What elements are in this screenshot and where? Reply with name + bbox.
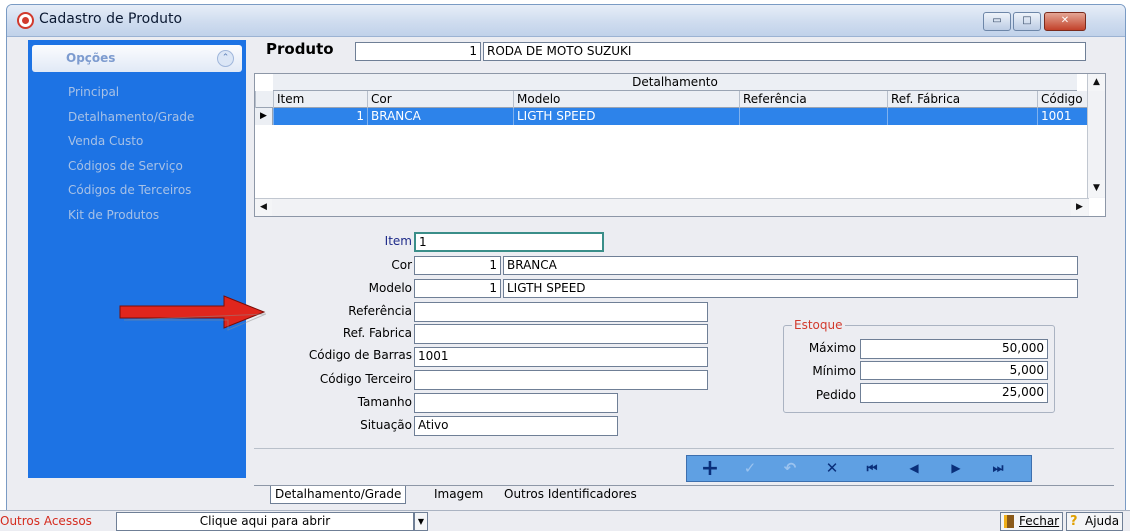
column-header[interactable]: Modelo [513, 91, 739, 108]
referencia-label: Referência [348, 304, 412, 318]
cor-code-field[interactable]: 1 [414, 256, 501, 275]
next-record-icon[interactable]: ▶ [941, 458, 971, 479]
cell-cor[interactable]: BRANCA [367, 108, 513, 125]
produto-code-field[interactable]: 1 [355, 42, 481, 61]
tamanho-field[interactable] [414, 393, 618, 413]
maximo-label: Máximo [808, 341, 856, 355]
ref-fabrica-field[interactable] [414, 324, 708, 344]
ajuda-button[interactable]: ? Ajuda [1066, 512, 1124, 531]
red-arrow-annotation [119, 295, 266, 331]
sidebar-item-kit-produtos[interactable]: Kit de Produtos [68, 203, 194, 228]
clique-aqui-field[interactable]: Clique aqui para abrir [116, 512, 414, 531]
tamanho-label: Tamanho [357, 395, 412, 409]
sidebar-item-codigos-terceiros[interactable]: Códigos de Terceiros [68, 178, 194, 203]
cor-name-field[interactable]: BRANCA [503, 256, 1078, 275]
fechar-label: Fechar [1019, 514, 1060, 528]
sidebar: Opções ⌃ Principal Detalhamento/Grade Ve… [28, 40, 246, 478]
vertical-scrollbar[interactable]: ▲ ▼ [1087, 74, 1105, 198]
cell-ref-fabrica[interactable] [887, 108, 1037, 125]
scroll-left-icon[interactable]: ◀ [255, 199, 272, 216]
prior-record-icon[interactable]: ◀ [899, 458, 929, 479]
tab-detalhamento-grade[interactable]: Detalhamento/Grade [270, 486, 407, 504]
db-navigator: + ✓ ↶ ✕ ⏮ ◀ ▶ ⏭ [686, 455, 1032, 482]
cor-label: Cor [391, 258, 412, 272]
column-header[interactable]: Referência [739, 91, 887, 108]
scroll-right-icon[interactable]: ▶ [1071, 199, 1088, 216]
maximize-button[interactable]: □ [1013, 12, 1041, 31]
modelo-label: Modelo [368, 281, 412, 295]
tab-strip: Detalhamento/Grade Imagem Outros Identif… [254, 485, 1114, 505]
outros-acessos-label[interactable]: Outros Acessos [0, 514, 92, 528]
ajuda-label: Ajuda [1085, 514, 1120, 528]
cell-item[interactable]: 1 [273, 108, 367, 125]
produto-name-field[interactable]: RODA DE MOTO SUZUKI [483, 42, 1086, 61]
cell-referencia[interactable] [739, 108, 887, 125]
column-header[interactable]: Cor [367, 91, 513, 108]
column-header[interactable]: Ref. Fábrica [887, 91, 1037, 108]
app-icon [17, 12, 34, 29]
grid-title: Detalhamento [273, 74, 1077, 91]
codigo-barras-field[interactable]: 1001 [414, 347, 708, 367]
cancel-icon[interactable]: ↶ [775, 458, 805, 479]
collapse-icon[interactable]: ⌃ [217, 50, 234, 67]
sidebar-item-detalhamento[interactable]: Detalhamento/Grade [68, 105, 194, 130]
window-title: Cadastro de Produto [39, 11, 183, 27]
divider [254, 448, 1114, 449]
status-bar: Outros Acessos Clique aqui para abrir ▼ … [0, 510, 1130, 531]
grid-header-indicator [255, 91, 273, 108]
ref-fabrica-label: Ref. Fabrica [342, 326, 412, 340]
cell-modelo[interactable]: LIGTH SPEED [513, 108, 739, 125]
modelo-code-field[interactable]: 1 [414, 279, 501, 298]
fechar-button[interactable]: Fechar [1000, 512, 1064, 531]
scroll-down-icon[interactable]: ▼ [1088, 180, 1105, 197]
situacao-field[interactable]: Ativo [414, 416, 618, 436]
column-header[interactable]: Código c [1037, 91, 1089, 108]
tab-imagem[interactable]: Imagem [430, 486, 487, 504]
column-header[interactable]: Item [273, 91, 367, 108]
post-icon[interactable]: ✓ [735, 458, 765, 479]
table-row[interactable]: 1 BRANCA LIGTH SPEED 1001 [255, 108, 1089, 125]
close-button[interactable]: ✕ [1044, 12, 1086, 31]
delete-icon[interactable]: ✕ [817, 458, 847, 479]
door-icon [1004, 515, 1014, 528]
sidebar-list: Principal Detalhamento/Grade Venda Custo… [68, 80, 194, 227]
help-icon: ? [1070, 514, 1078, 529]
situacao-label: Situação [360, 418, 412, 432]
dropdown-icon[interactable]: ▼ [414, 512, 428, 531]
first-record-icon[interactable]: ⏮ [857, 458, 887, 479]
title-bar[interactable]: Cadastro de Produto ▭ □ ✕ [7, 5, 1125, 37]
codigo-terceiro-label: Código Terceiro [319, 372, 412, 386]
pedido-field[interactable]: 25,000 [860, 383, 1048, 403]
maximo-field[interactable]: 50,000 [860, 339, 1048, 359]
modelo-name-field[interactable]: LIGTH SPEED [503, 279, 1078, 298]
minimize-button[interactable]: ▭ [983, 12, 1011, 31]
item-label: Item [384, 234, 412, 248]
sidebar-header-label: Opções [66, 51, 116, 65]
tab-outros-identificadores[interactable]: Outros Identificadores [500, 486, 641, 504]
minimo-field[interactable]: 5,000 [860, 361, 1048, 380]
item-field[interactable]: 1 [414, 232, 604, 252]
horizontal-scrollbar[interactable]: ◀ ▶ [255, 198, 1089, 216]
pedido-label: Pedido [815, 388, 856, 402]
produto-label: Produto [266, 40, 334, 58]
codigo-terceiro-field[interactable] [414, 370, 708, 390]
referencia-field[interactable] [414, 302, 708, 322]
insert-icon[interactable]: + [695, 458, 725, 480]
minimo-label: Mínimo [812, 364, 856, 378]
grid-header: Item Cor Modelo Referência Ref. Fábrica … [255, 91, 1089, 108]
cell-codigo[interactable]: 1001 [1037, 108, 1089, 125]
codigo-barras-label: Código de Barras [308, 348, 412, 362]
detalhamento-grid[interactable]: Detalhamento Item Cor Modelo Referência … [254, 73, 1106, 217]
sidebar-item-codigos-servico[interactable]: Códigos de Serviço [68, 154, 194, 179]
estoque-legend: Estoque [792, 318, 845, 332]
sidebar-item-venda-custo[interactable]: Venda Custo [68, 129, 194, 154]
sidebar-item-principal[interactable]: Principal [68, 80, 194, 105]
sidebar-header[interactable]: Opções ⌃ [32, 45, 242, 72]
last-record-icon[interactable]: ⏭ [983, 458, 1013, 479]
scroll-up-icon[interactable]: ▲ [1088, 74, 1105, 91]
